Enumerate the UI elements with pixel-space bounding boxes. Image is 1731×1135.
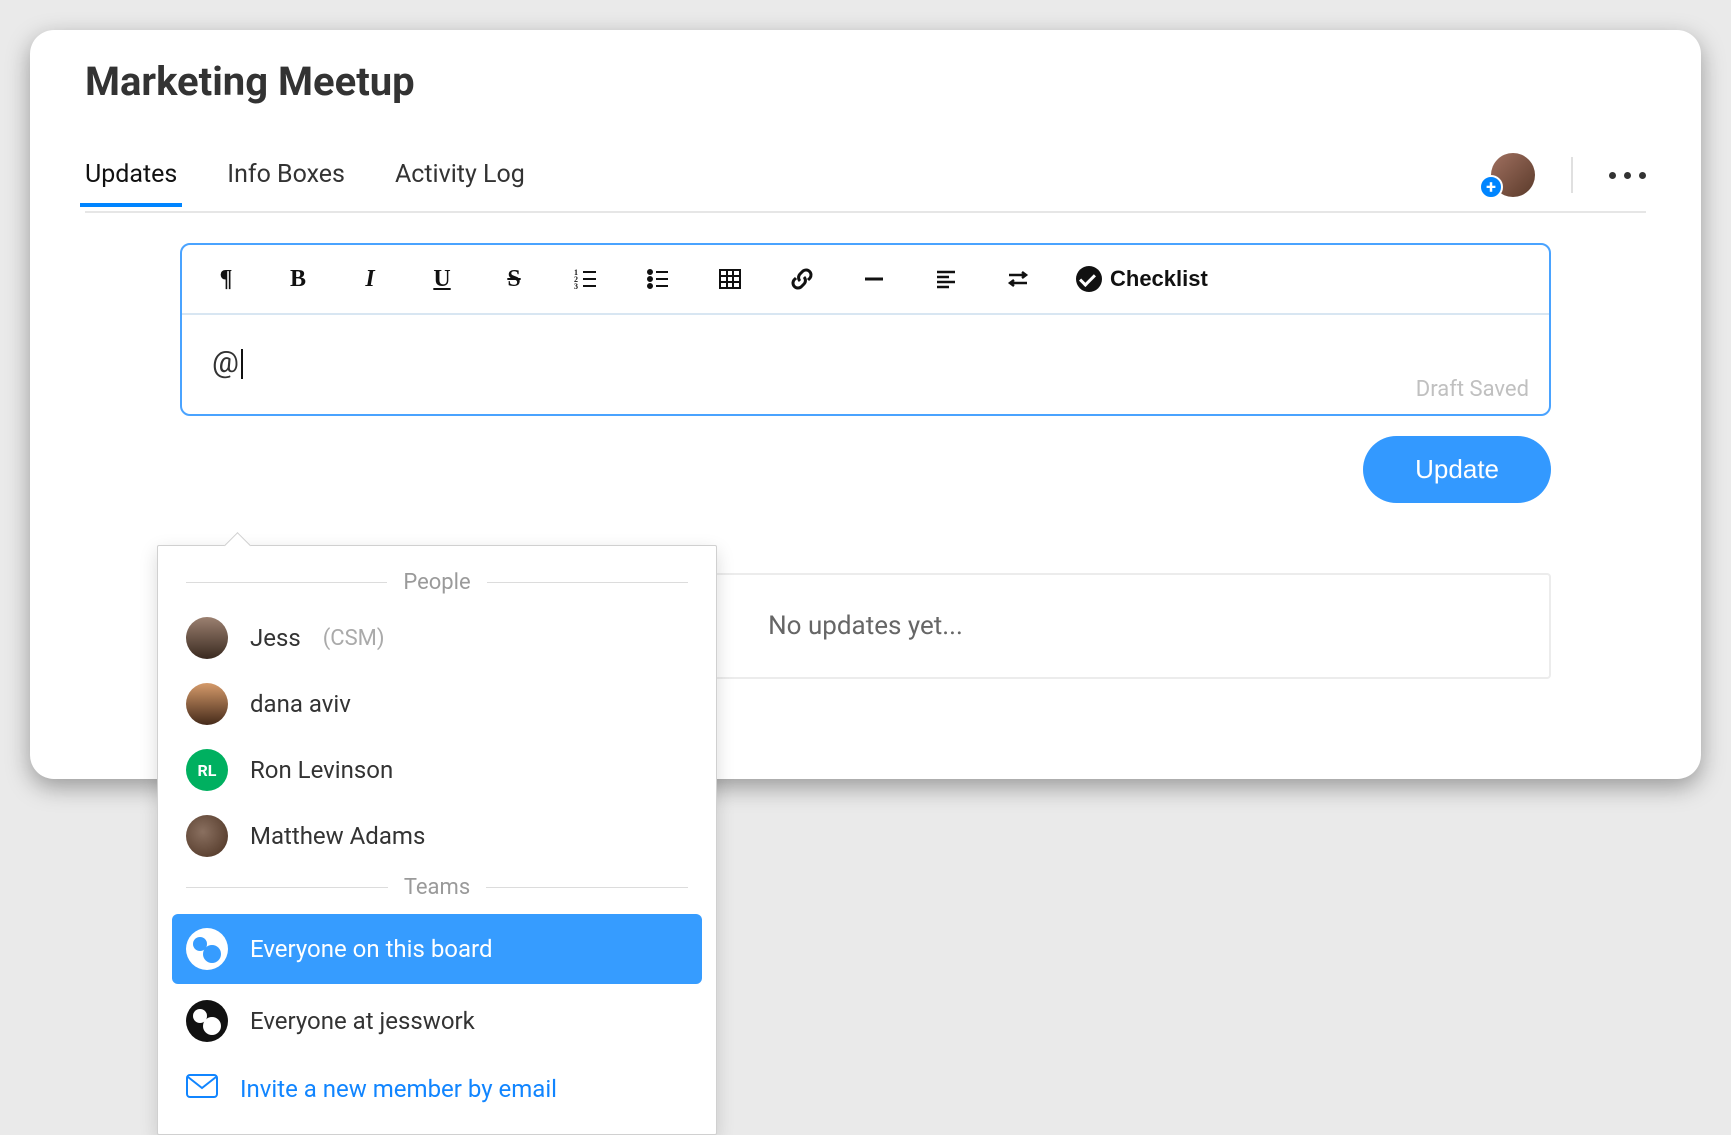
mention-team-everyone-board[interactable]: Everyone on this board (172, 914, 702, 984)
mention-name: Everyone on this board (250, 935, 492, 963)
invite-member-link[interactable]: Invite a new member by email (158, 1054, 716, 1110)
paragraph-icon[interactable]: ¶ (212, 265, 240, 293)
mention-subtext: (CSM) (323, 626, 385, 651)
editor-toolbar: ¶ B I U S 123 (182, 245, 1549, 315)
overflow-menu-icon[interactable] (1609, 172, 1646, 179)
checklist-button[interactable]: Checklist (1076, 266, 1208, 292)
hr-icon[interactable] (860, 265, 888, 293)
checklist-label: Checklist (1110, 266, 1208, 292)
swap-icon[interactable] (1004, 265, 1032, 293)
bold-icon[interactable]: B (284, 265, 312, 293)
avatar: RL (186, 749, 228, 791)
content-area: ¶ B I U S 123 (85, 213, 1646, 679)
unordered-list-icon[interactable] (644, 265, 672, 293)
mention-name: dana aviv (250, 690, 351, 718)
update-button[interactable]: Update (1363, 436, 1551, 503)
italic-icon[interactable]: I (356, 265, 384, 293)
check-circle-icon (1076, 266, 1102, 292)
mention-name: Jess (250, 624, 301, 652)
mention-person-matthew[interactable]: Matthew Adams (158, 803, 716, 869)
ordered-list-icon[interactable]: 123 (572, 265, 600, 293)
mention-section-teams: Teams (158, 869, 716, 910)
link-icon[interactable] (788, 265, 816, 293)
page-title: Marketing Meetup (85, 58, 1646, 105)
tab-updates[interactable]: Updates (85, 160, 177, 205)
divider (1571, 157, 1573, 193)
avatar (186, 815, 228, 857)
add-member-avatar[interactable]: + (1491, 153, 1535, 197)
avatar (186, 683, 228, 725)
team-icon (186, 928, 228, 970)
mail-icon (186, 1074, 218, 1104)
mention-person-ron[interactable]: RL Ron Levinson (158, 737, 716, 803)
underline-icon[interactable]: U (428, 265, 456, 293)
header-actions: + (1491, 153, 1646, 211)
mention-team-everyone-company[interactable]: Everyone at jesswork (158, 988, 716, 1054)
svg-text:3: 3 (574, 282, 578, 291)
mention-name: Ron Levinson (250, 756, 393, 784)
editor-text: @ (212, 345, 239, 380)
mention-person-dana[interactable]: dana aviv (158, 671, 716, 737)
invite-label: Invite a new member by email (240, 1075, 557, 1103)
avatar (186, 617, 228, 659)
mention-name: Everyone at jesswork (250, 1007, 475, 1035)
text-cursor (241, 349, 243, 379)
editor-input[interactable]: @ Draft Saved (182, 315, 1549, 414)
plus-icon: + (1479, 175, 1503, 199)
tab-info-boxes[interactable]: Info Boxes (227, 160, 345, 205)
mention-person-jess[interactable]: Jess (CSM) (158, 605, 716, 671)
table-icon[interactable] (716, 265, 744, 293)
window: Marketing Meetup Updates Info Boxes Acti… (30, 30, 1701, 779)
align-icon[interactable] (932, 265, 960, 293)
editor-box: ¶ B I U S 123 (180, 243, 1551, 416)
tab-activity-log[interactable]: Activity Log (395, 160, 525, 205)
draft-saved-label: Draft Saved (1416, 377, 1529, 402)
tab-row: Updates Info Boxes Activity Log + (85, 153, 1646, 213)
strikethrough-icon[interactable]: S (500, 265, 528, 293)
mention-section-people: People (158, 564, 716, 605)
team-icon (186, 1000, 228, 1042)
mention-popup: People Jess (CSM) dana aviv RL Ron Levin… (157, 545, 717, 1135)
mention-name: Matthew Adams (250, 822, 425, 850)
